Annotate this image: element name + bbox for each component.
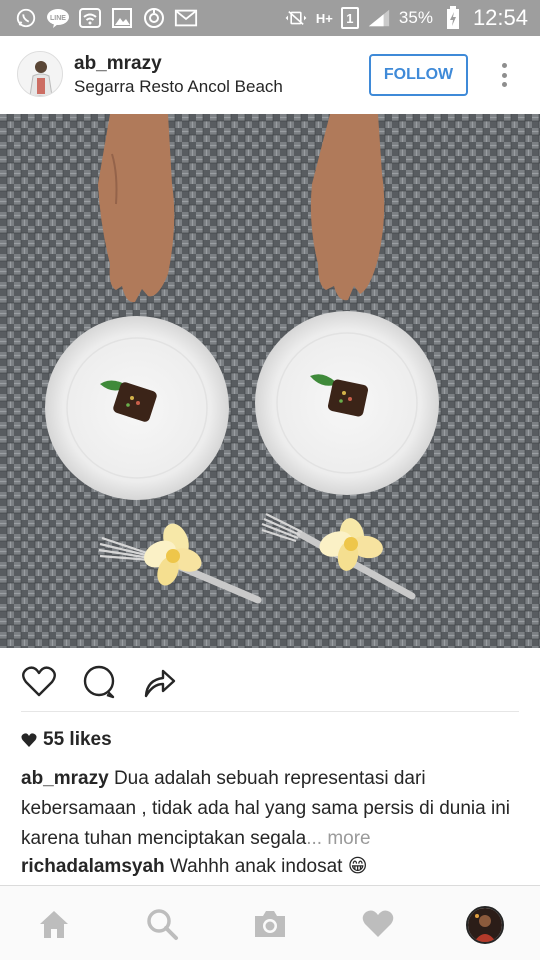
more-options-icon[interactable] [492, 60, 516, 90]
post-actions [0, 648, 540, 712]
wifi-icon [78, 6, 102, 30]
share-arrow-icon[interactable] [141, 664, 177, 700]
likes-heart-icon [21, 733, 37, 747]
sim-slot-icon: 1 [340, 7, 359, 29]
right-plate [255, 311, 439, 495]
caption-username[interactable]: ab_mrazy [21, 768, 109, 789]
post-header: ab_mrazy Segarra Resto Ancol Beach FOLLO… [0, 36, 540, 114]
activity-heart-icon[interactable] [360, 906, 396, 942]
post-username[interactable]: ab_mrazy [74, 53, 162, 75]
comment-icon[interactable] [81, 664, 117, 700]
comment-username[interactable]: richadalamsyah [21, 856, 165, 877]
avatar[interactable] [17, 51, 63, 97]
follow-button[interactable]: FOLLOW [369, 54, 468, 96]
network-type-icon: H+ [315, 10, 333, 26]
sync-icon [142, 6, 166, 30]
home-icon[interactable] [36, 906, 72, 942]
gmail-icon [174, 6, 198, 30]
signal-icon [367, 6, 391, 30]
mute-vibrate-icon [284, 6, 308, 30]
post-caption: ab_mrazy Dua adalah sebuah representasi … [21, 764, 521, 854]
divider [21, 711, 519, 712]
left-plate [45, 316, 229, 500]
comment-text: Wahhh anak indosat [169, 856, 343, 877]
battery-percent: 35% [398, 8, 433, 27]
clock: 12:54 [472, 5, 528, 30]
caption-more-link[interactable]: ... more [306, 828, 370, 849]
profile-avatar[interactable] [466, 906, 504, 944]
whatsapp-icon [14, 6, 38, 30]
battery-charging-icon [441, 6, 465, 30]
likes-label: 55 likes [43, 729, 112, 750]
status-bar: LINE H+ 1 35% 12:54 [0, 0, 540, 36]
search-icon[interactable] [144, 906, 180, 942]
post-location[interactable]: Segarra Resto Ancol Beach [74, 77, 283, 97]
comment-row: richadalamsyah Wahhh anak indosat 😁 [21, 853, 521, 881]
like-heart-icon[interactable] [21, 664, 57, 700]
bottom-nav [0, 885, 540, 960]
grin-emoji: 😁 [347, 856, 368, 877]
gallery-icon [110, 6, 134, 30]
camera-icon[interactable] [252, 906, 288, 942]
post-photo[interactable] [0, 114, 540, 648]
likes-count[interactable]: 55 likes [21, 729, 112, 751]
line-icon: LINE [46, 6, 70, 30]
svg-text:LINE: LINE [50, 15, 66, 22]
